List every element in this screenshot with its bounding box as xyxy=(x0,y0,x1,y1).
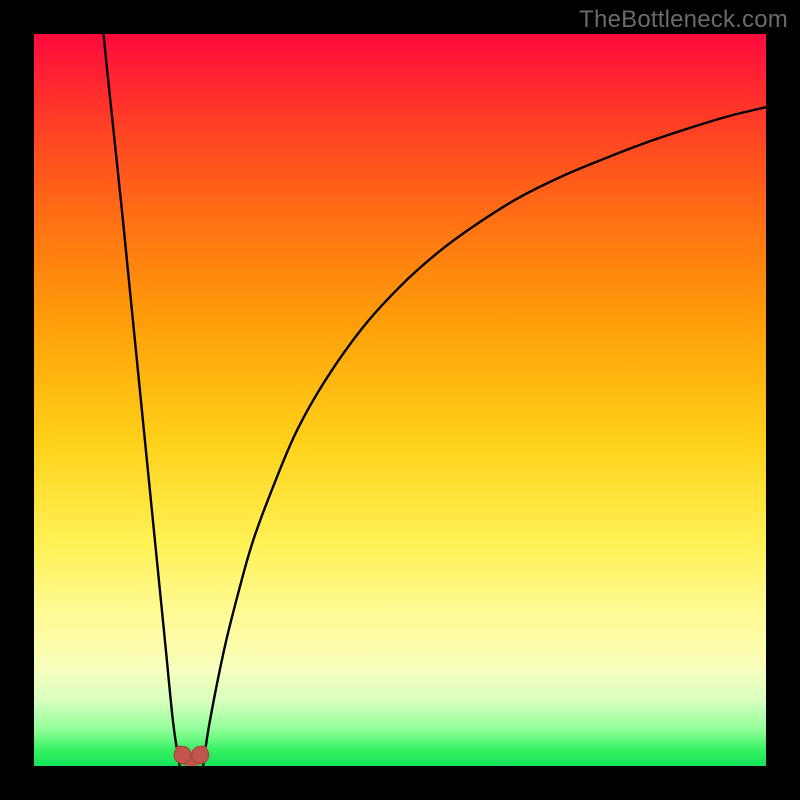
bottleneck-curve-left xyxy=(104,34,180,766)
watermark-text: TheBottleneck.com xyxy=(579,6,788,34)
chart-svg xyxy=(34,34,766,766)
plot-area xyxy=(34,34,766,766)
min-marker-right xyxy=(192,747,209,764)
bottleneck-curve-right xyxy=(203,107,766,766)
chart-frame: TheBottleneck.com xyxy=(0,0,800,800)
min-marker-left xyxy=(174,747,191,764)
